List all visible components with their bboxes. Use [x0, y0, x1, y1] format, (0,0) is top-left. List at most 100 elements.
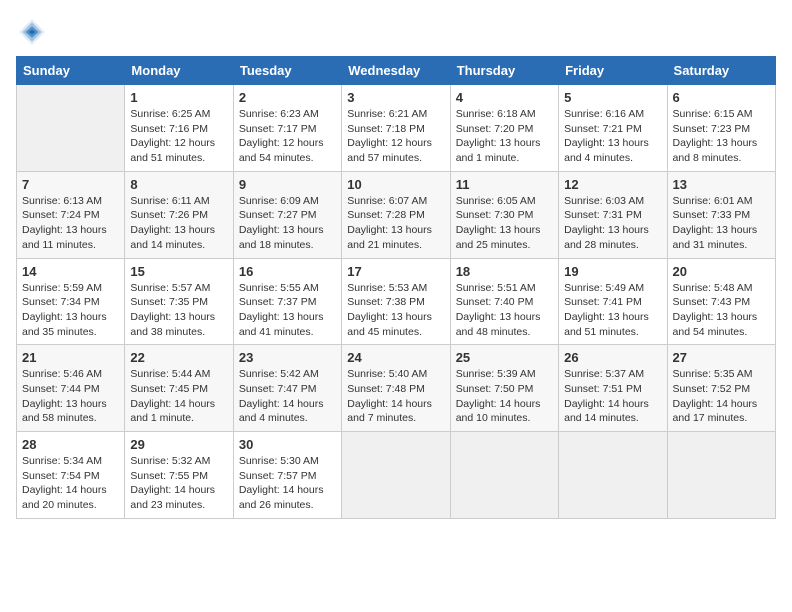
day-number: 3: [347, 90, 444, 105]
day-number: 15: [130, 264, 227, 279]
day-number: 5: [564, 90, 661, 105]
weekday-header-saturday: Saturday: [667, 57, 775, 85]
weekday-header-tuesday: Tuesday: [233, 57, 341, 85]
day-cell: 18 Sunrise: 5:51 AMSunset: 7:40 PMDayligh…: [450, 258, 558, 345]
day-cell: 1 Sunrise: 6:25 AMSunset: 7:16 PMDaylight…: [125, 85, 233, 172]
day-info: Sunrise: 5:53 AMSunset: 7:38 PMDaylight:…: [347, 281, 444, 340]
day-info: Sunrise: 6:03 AMSunset: 7:31 PMDaylight:…: [564, 194, 661, 253]
day-number: 6: [673, 90, 770, 105]
day-info: Sunrise: 6:13 AMSunset: 7:24 PMDaylight:…: [22, 194, 119, 253]
day-cell: 6 Sunrise: 6:15 AMSunset: 7:23 PMDaylight…: [667, 85, 775, 172]
day-cell: 8 Sunrise: 6:11 AMSunset: 7:26 PMDaylight…: [125, 171, 233, 258]
day-cell: 19Sunrise: 5:49 AMSunset: 7:41 PMDayligh…: [559, 258, 667, 345]
day-number: 18: [456, 264, 553, 279]
day-cell: 30Sunrise: 5:30 AMSunset: 7:57 PMDayligh…: [233, 432, 341, 519]
day-number: 2: [239, 90, 336, 105]
week-row-2: 7Sunrise: 6:13 AMSunset: 7:24 PMDaylight…: [17, 171, 776, 258]
day-info: Sunrise: 5:34 AMSunset: 7:54 PMDaylight:…: [22, 454, 119, 513]
day-info: Sunrise: 6:05 AMSunset: 7:30 PMDaylight:…: [456, 194, 553, 253]
day-cell: [667, 432, 775, 519]
day-cell: 14 Sunrise: 5:59 AMSunset: 7:34 PMDayligh…: [17, 258, 125, 345]
day-cell: 24Sunrise: 5:40 AMSunset: 7:48 PMDayligh…: [342, 345, 450, 432]
week-row-5: 28 Sunrise: 5:34 AMSunset: 7:54 PMDayligh…: [17, 432, 776, 519]
day-cell: [450, 432, 558, 519]
week-row-1: 1 Sunrise: 6:25 AMSunset: 7:16 PMDaylight…: [17, 85, 776, 172]
day-info: Sunrise: 6:15 AMSunset: 7:23 PMDaylight:…: [673, 107, 770, 166]
day-cell: 13Sunrise: 6:01 AMSunset: 7:33 PMDayligh…: [667, 171, 775, 258]
day-cell: 28 Sunrise: 5:34 AMSunset: 7:54 PMDayligh…: [17, 432, 125, 519]
day-cell: 5 Sunrise: 6:16 AMSunset: 7:21 PMDaylight…: [559, 85, 667, 172]
day-number: 22: [130, 350, 227, 365]
day-info: Sunrise: 5:30 AMSunset: 7:57 PMDaylight:…: [239, 454, 336, 513]
day-number: 24: [347, 350, 444, 365]
day-info: Sunrise: 5:39 AMSunset: 7:50 PMDaylight:…: [456, 367, 553, 426]
day-info: Sunrise: 5:51 AMSunset: 7:40 PMDaylight:…: [456, 281, 553, 340]
day-cell: [17, 85, 125, 172]
weekday-header-monday: Monday: [125, 57, 233, 85]
day-cell: 10 Sunrise: 6:07 AMSunset: 7:28 PMDayligh…: [342, 171, 450, 258]
day-info: Sunrise: 5:32 AMSunset: 7:55 PMDaylight:…: [130, 454, 227, 513]
day-info: Sunrise: 5:35 AMSunset: 7:52 PMDaylight:…: [673, 367, 770, 426]
day-number: 29: [130, 437, 227, 452]
day-number: 28: [22, 437, 119, 452]
week-row-4: 21 Sunrise: 5:46 AMSunset: 7:44 PMDayligh…: [17, 345, 776, 432]
day-number: 20: [673, 264, 770, 279]
day-cell: 17 Sunrise: 5:53 AMSunset: 7:38 PMDayligh…: [342, 258, 450, 345]
day-cell: [559, 432, 667, 519]
day-cell: 3 Sunrise: 6:21 AMSunset: 7:18 PMDaylight…: [342, 85, 450, 172]
logo: [16, 16, 52, 48]
day-info: Sunrise: 5:42 AMSunset: 7:47 PMDaylight:…: [239, 367, 336, 426]
weekday-header-thursday: Thursday: [450, 57, 558, 85]
day-info: Sunrise: 5:55 AMSunset: 7:37 PMDaylight:…: [239, 281, 336, 340]
day-number: 11: [456, 177, 553, 192]
day-number: 10: [347, 177, 444, 192]
day-cell: 26 Sunrise: 5:37 AMSunset: 7:51 PMDayligh…: [559, 345, 667, 432]
day-number: 21: [22, 350, 119, 365]
day-cell: 20 Sunrise: 5:48 AMSunset: 7:43 PMDayligh…: [667, 258, 775, 345]
day-number: 1: [130, 90, 227, 105]
day-cell: 15 Sunrise: 5:57 AMSunset: 7:35 PMDayligh…: [125, 258, 233, 345]
day-number: 12: [564, 177, 661, 192]
day-info: Sunrise: 5:44 AMSunset: 7:45 PMDaylight:…: [130, 367, 227, 426]
day-number: 4: [456, 90, 553, 105]
day-info: Sunrise: 5:59 AMSunset: 7:34 PMDaylight:…: [22, 281, 119, 340]
day-number: 25: [456, 350, 553, 365]
day-info: Sunrise: 6:07 AMSunset: 7:28 PMDaylight:…: [347, 194, 444, 253]
page-header: [16, 16, 776, 48]
day-number: 23: [239, 350, 336, 365]
day-number: 14: [22, 264, 119, 279]
day-cell: 29 Sunrise: 5:32 AMSunset: 7:55 PMDayligh…: [125, 432, 233, 519]
day-info: Sunrise: 6:16 AMSunset: 7:21 PMDaylight:…: [564, 107, 661, 166]
day-cell: 25 Sunrise: 5:39 AMSunset: 7:50 PMDayligh…: [450, 345, 558, 432]
day-cell: 21 Sunrise: 5:46 AMSunset: 7:44 PMDayligh…: [17, 345, 125, 432]
day-cell: 22 Sunrise: 5:44 AMSunset: 7:45 PMDayligh…: [125, 345, 233, 432]
day-cell: 16Sunrise: 5:55 AMSunset: 7:37 PMDayligh…: [233, 258, 341, 345]
day-info: Sunrise: 5:37 AMSunset: 7:51 PMDaylight:…: [564, 367, 661, 426]
day-cell: 11 Sunrise: 6:05 AMSunset: 7:30 PMDayligh…: [450, 171, 558, 258]
day-cell: 9 Sunrise: 6:09 AMSunset: 7:27 PMDaylight…: [233, 171, 341, 258]
weekday-header-wednesday: Wednesday: [342, 57, 450, 85]
day-cell: [342, 432, 450, 519]
day-number: 27: [673, 350, 770, 365]
day-number: 9: [239, 177, 336, 192]
day-cell: 12 Sunrise: 6:03 AMSunset: 7:31 PMDayligh…: [559, 171, 667, 258]
day-info: Sunrise: 6:11 AMSunset: 7:26 PMDaylight:…: [130, 194, 227, 253]
calendar-table: SundayMondayTuesdayWednesdayThursdayFrid…: [16, 56, 776, 519]
day-cell: 4 Sunrise: 6:18 AMSunset: 7:20 PMDaylight…: [450, 85, 558, 172]
day-info: Sunrise: 5:49 AMSunset: 7:41 PMDaylight:…: [564, 281, 661, 340]
day-cell: 2Sunrise: 6:23 AMSunset: 7:17 PMDaylight…: [233, 85, 341, 172]
day-info: Sunrise: 5:48 AMSunset: 7:43 PMDaylight:…: [673, 281, 770, 340]
day-number: 26: [564, 350, 661, 365]
day-info: Sunrise: 6:18 AMSunset: 7:20 PMDaylight:…: [456, 107, 553, 166]
day-cell: 27 Sunrise: 5:35 AMSunset: 7:52 PMDayligh…: [667, 345, 775, 432]
day-info: Sunrise: 5:46 AMSunset: 7:44 PMDaylight:…: [22, 367, 119, 426]
day-info: Sunrise: 6:21 AMSunset: 7:18 PMDaylight:…: [347, 107, 444, 166]
day-info: Sunrise: 6:09 AMSunset: 7:27 PMDaylight:…: [239, 194, 336, 253]
weekday-header-sunday: Sunday: [17, 57, 125, 85]
day-number: 8: [130, 177, 227, 192]
day-info: Sunrise: 6:01 AMSunset: 7:33 PMDaylight:…: [673, 194, 770, 253]
day-info: Sunrise: 6:25 AMSunset: 7:16 PMDaylight:…: [130, 107, 227, 166]
day-number: 17: [347, 264, 444, 279]
day-cell: 7Sunrise: 6:13 AMSunset: 7:24 PMDaylight…: [17, 171, 125, 258]
day-info: Sunrise: 5:57 AMSunset: 7:35 PMDaylight:…: [130, 281, 227, 340]
